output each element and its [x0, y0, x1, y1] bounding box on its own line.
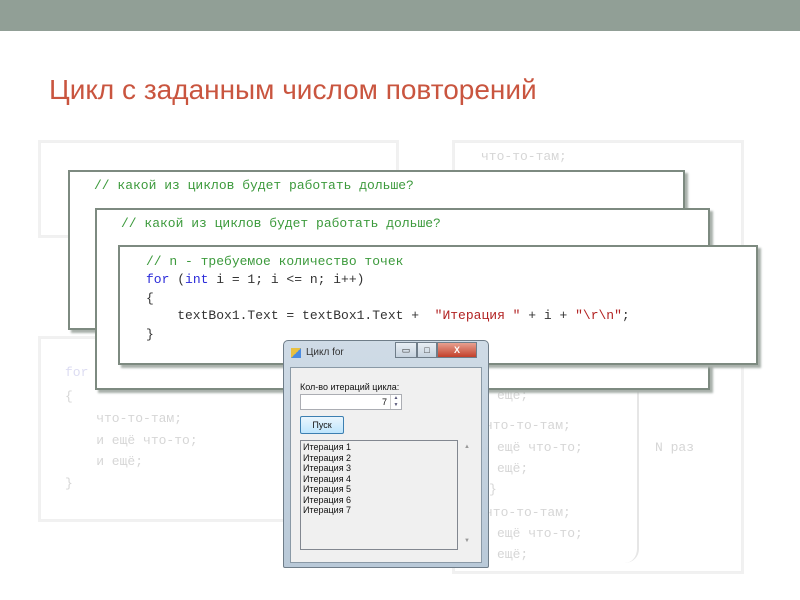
- list-scrollbar[interactable]: ▲ ▼: [461, 440, 473, 550]
- brace-label: N раз: [655, 440, 695, 455]
- slide-title: Цикл с заданным числом повторений: [49, 74, 537, 105]
- iterations-list[interactable]: Итерация 1 Итерация 2 Итерация 3 Итераци…: [300, 440, 458, 550]
- code-line: for: [65, 365, 89, 380]
- code-line: ещё;: [497, 461, 529, 476]
- code-line: и ещё что-то;: [65, 433, 198, 448]
- code-for-line: for (int i = 1; i <= n; i++): [146, 272, 364, 287]
- list-item: Итерация 6: [303, 494, 352, 505]
- iterations-label: Кол-во итераций цикла:: [300, 382, 400, 392]
- code-line: ещё;: [497, 547, 529, 562]
- scroll-down-icon[interactable]: ▼: [461, 538, 473, 544]
- start-button[interactable]: Пуск: [300, 416, 344, 434]
- keyword-int: int: [185, 272, 209, 287]
- list-item: Итерация 2: [303, 452, 352, 463]
- list-item: Итерация 7: [303, 505, 352, 515]
- code-line: что-то-там;: [65, 411, 183, 426]
- list-item: Итерация 5: [303, 484, 352, 494]
- code-brace-close: }: [146, 327, 154, 342]
- stmt-start: textBox1.Text = textBox1.Text +: [146, 308, 435, 323]
- code-line: что-то-там;: [485, 505, 571, 520]
- code-line: что-то-там;: [485, 418, 571, 433]
- code-line: }: [489, 482, 497, 497]
- dialog-window: Цикл for ▭ □ X Кол-во итераций цикла: 7 …: [283, 340, 489, 568]
- string-literal: "\r\n": [575, 308, 622, 323]
- code-comment: // n - требуемое количество точек: [146, 254, 404, 269]
- code-comment: // какой из циклов будет работать дольше…: [121, 216, 441, 231]
- code-line: что-то-там;: [481, 149, 567, 164]
- paren: (: [169, 272, 186, 287]
- list-item: Итерация 3: [303, 463, 352, 473]
- code-line: ещё что-то;: [497, 440, 583, 455]
- top-bar: [0, 0, 800, 31]
- dialog-client: Кол-во итераций цикла: 7 ▲ ▼ Пуск Итераци…: [290, 367, 482, 563]
- keyword-for: for: [146, 272, 170, 287]
- list-item: Итерация 4: [303, 473, 352, 484]
- iterations-stepper[interactable]: 7 ▲ ▼: [300, 394, 402, 410]
- iterations-value: 7: [381, 397, 387, 407]
- minimize-button[interactable]: ▭: [395, 342, 417, 358]
- code-line: и ещё;: [65, 454, 144, 469]
- string-literal: "Итерация ": [434, 308, 521, 323]
- stmt-end: ;: [621, 308, 630, 323]
- code-statement: textBox1.Text = textBox1.Text + "Итераци…: [146, 308, 630, 323]
- code-line: ещё;: [497, 388, 529, 403]
- code-line: ещё что-то;: [497, 526, 583, 541]
- code-comment: // какой из циклов будет работать дольше…: [94, 178, 414, 193]
- code-brace-open: {: [146, 291, 154, 306]
- scroll-up-icon[interactable]: ▲: [461, 444, 473, 450]
- loop-header: i = 1; i <= n; i++): [208, 272, 365, 287]
- spin-arrows-icon[interactable]: ▲ ▼: [390, 395, 401, 409]
- stmt-mid: + i +: [520, 308, 576, 323]
- code-line: }: [65, 476, 73, 491]
- maximize-button[interactable]: □: [417, 342, 437, 358]
- list-item: Итерация 1: [303, 442, 352, 452]
- code-line: {: [65, 389, 73, 404]
- close-button[interactable]: X: [437, 342, 477, 358]
- dialog-title: Цикл for: [306, 347, 344, 358]
- app-icon: [291, 348, 301, 358]
